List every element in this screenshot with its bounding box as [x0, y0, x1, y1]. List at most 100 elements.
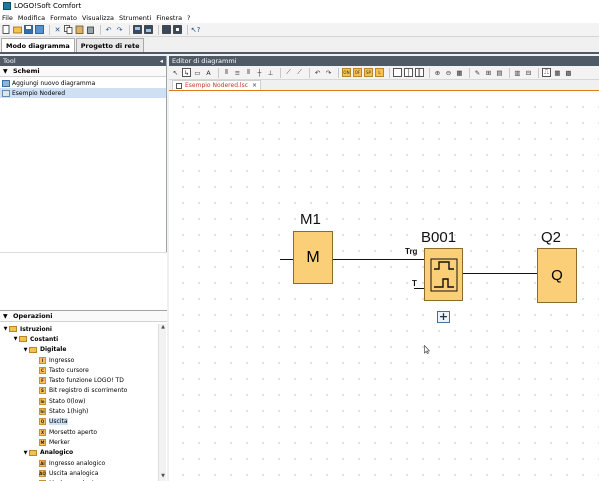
menu-finestra[interactable]: Finestra — [156, 14, 182, 22]
expand-parameters-button[interactable]: + — [437, 311, 450, 323]
trend-icon[interactable]: ▩ — [564, 68, 573, 77]
highlight-icon[interactable]: ✎ — [473, 68, 482, 77]
wire-b001-t[interactable] — [414, 288, 424, 289]
constants-tool-icon[interactable]: ▭ — [193, 68, 202, 77]
wire-m1-b001-trg[interactable] — [333, 259, 424, 260]
block-q2[interactable]: Q — [537, 248, 577, 303]
transfer-pc-to-logo-icon[interactable] — [133, 25, 142, 34]
block-off-icon[interactable]: OF — [353, 68, 362, 77]
schemi-section-header[interactable]: ▼ Schemi — [0, 66, 166, 77]
network-icon[interactable]: ⊟ — [524, 68, 533, 77]
zoom-fit-icon[interactable]: ▦ — [455, 68, 464, 77]
table-icon[interactable]: ▦ — [553, 68, 562, 77]
menu-modifica[interactable]: Modifica — [18, 14, 45, 22]
tree-item[interactable]: F Tasto funzione LOGO! TD — [0, 375, 157, 385]
tab-esempio-nodered[interactable]: Esempio Nodered.lsc × — [172, 80, 262, 90]
tree-item[interactable]: C Tasto cursore — [0, 365, 157, 375]
tree-item[interactable]: M Merker — [0, 437, 157, 447]
align-center-icon[interactable]: ≡ — [233, 68, 242, 77]
collapse-panel-icon[interactable]: ◂ — [160, 57, 163, 65]
paste-icon[interactable] — [75, 25, 84, 34]
tree-item[interactable]: lo Stato 0(low) — [0, 396, 157, 406]
tree-item[interactable]: I Ingresso — [0, 355, 157, 365]
save-all-icon[interactable] — [35, 25, 44, 34]
expand-arrow-icon[interactable]: ▼ — [22, 347, 29, 353]
tree-folder[interactable]: ▼ Costanti — [0, 334, 157, 344]
schemi-item-esempio-nodered[interactable]: Esempio Nodered — [0, 88, 166, 98]
view-split-icon[interactable]: │ — [404, 68, 413, 77]
menu-help[interactable]: ? — [187, 14, 190, 22]
split-connection-icon[interactable]: ⟋ — [284, 68, 293, 77]
distribute-icon[interactable]: ┼ — [255, 68, 264, 77]
new-file-icon[interactable] — [2, 25, 11, 34]
context-help-icon[interactable]: ↖? — [191, 25, 201, 34]
align-right-icon[interactable]: ⫴ — [244, 68, 253, 77]
tree-item[interactable]: hi Stato 1(high) — [0, 406, 157, 416]
wire-input-m1[interactable] — [280, 259, 293, 260]
tree-folder[interactable]: ▼ Analogico — [0, 448, 157, 458]
join-connection-icon[interactable]: ⟋ — [295, 68, 304, 77]
scroll-up-icon[interactable]: ▲ — [159, 324, 167, 332]
block-m1[interactable]: M — [293, 231, 333, 284]
diagram-canvas[interactable]: M1 M B001 Trg T + Q2 Q — [169, 93, 599, 481]
undo-icon[interactable]: ↶ — [313, 68, 322, 77]
tree-folder[interactable]: ▼ Istruzioni — [0, 324, 157, 334]
menu-visualizza[interactable]: Visualizza — [82, 14, 114, 22]
undo-icon[interactable]: ↶ — [104, 25, 113, 34]
expand-arrow-icon[interactable]: ▼ — [12, 336, 19, 342]
chevron-down-icon[interactable]: ▼ — [3, 68, 9, 75]
pulse-timer-icon — [430, 258, 457, 291]
delete-icon[interactable] — [86, 25, 95, 34]
zoom-out-icon[interactable]: ⊖ — [444, 68, 453, 77]
expand-arrow-icon[interactable]: ▼ — [22, 450, 29, 456]
align-left-icon[interactable]: ⫴ — [222, 68, 231, 77]
view-single-icon[interactable] — [393, 68, 402, 77]
copy-icon[interactable] — [64, 25, 73, 34]
menu-strumenti[interactable]: Strumenti — [119, 14, 151, 22]
text-tool-icon[interactable]: A — [204, 68, 213, 77]
tree-item[interactable]: X Morsetto aperto — [0, 427, 157, 437]
tree-item-label: Morsetto aperto — [49, 428, 98, 436]
connect-tool-icon[interactable]: ↳ — [182, 68, 191, 77]
tree-item[interactable]: Q Uscita — [0, 417, 157, 427]
online-test-icon[interactable] — [173, 25, 182, 34]
zoom-in-icon[interactable]: ⊕ — [433, 68, 442, 77]
operazioni-section-header[interactable]: ▼ Operazioni — [0, 311, 167, 322]
schemi-item-add[interactable]: Aggiungi nuovo diagramma — [0, 78, 166, 88]
expand-arrow-icon[interactable]: ▼ — [2, 326, 9, 332]
close-icon[interactable]: × — [252, 82, 257, 89]
tree-item[interactable]: S Bit registro di scorrimento — [0, 386, 157, 396]
view-triple-icon[interactable]: ║ — [415, 68, 424, 77]
save-icon[interactable] — [24, 25, 33, 34]
transfer-logo-to-pc-icon[interactable] — [144, 25, 153, 34]
tree-item[interactable]: AI Ingresso analogico — [0, 458, 157, 468]
menu-formato[interactable]: Formato — [50, 14, 77, 22]
redo-icon[interactable]: ↷ — [115, 25, 124, 34]
align-bottom-icon[interactable]: ⊥ — [266, 68, 275, 77]
properties-icon[interactable]: ▤ — [495, 68, 504, 77]
operazioni-scrollbar[interactable]: ▲ ▼ — [158, 324, 166, 481]
block-l-icon[interactable]: L — [375, 68, 384, 77]
open-folder-icon[interactable] — [13, 25, 22, 34]
block-on-icon[interactable]: ON — [342, 68, 351, 77]
block-type-icon: AQ — [39, 469, 46, 477]
tab-modo-diagramma[interactable]: Modo diagramma — [1, 38, 75, 52]
tab-progetto-di-rete[interactable]: Progetto di rete — [75, 38, 145, 52]
tree-folder[interactable]: ▼ Digitale — [0, 345, 157, 355]
wire-b001-q2[interactable] — [463, 273, 537, 274]
scroll-down-icon[interactable]: ▼ — [159, 473, 167, 481]
grid-icon[interactable]: ⊞ — [484, 68, 493, 77]
signal-icon[interactable]: ⎍ — [542, 68, 551, 77]
chevron-down-icon[interactable]: ▼ — [3, 313, 9, 320]
redo-icon[interactable]: ↷ — [324, 68, 333, 77]
select-tool-icon[interactable]: ↖ — [171, 68, 180, 77]
tree-item[interactable]: AQ Uscita analogica — [0, 468, 157, 478]
parameter-icon[interactable]: ▥ — [513, 68, 522, 77]
simulation-icon[interactable] — [162, 25, 171, 34]
tree-item-label: Tasto cursore — [49, 366, 89, 374]
block-sp-icon[interactable]: SP — [364, 68, 373, 77]
block-b001[interactable] — [424, 248, 463, 301]
menu-file[interactable]: File — [2, 14, 13, 22]
cut-icon[interactable]: ✕ — [53, 25, 62, 34]
diagram-icon — [2, 89, 10, 97]
